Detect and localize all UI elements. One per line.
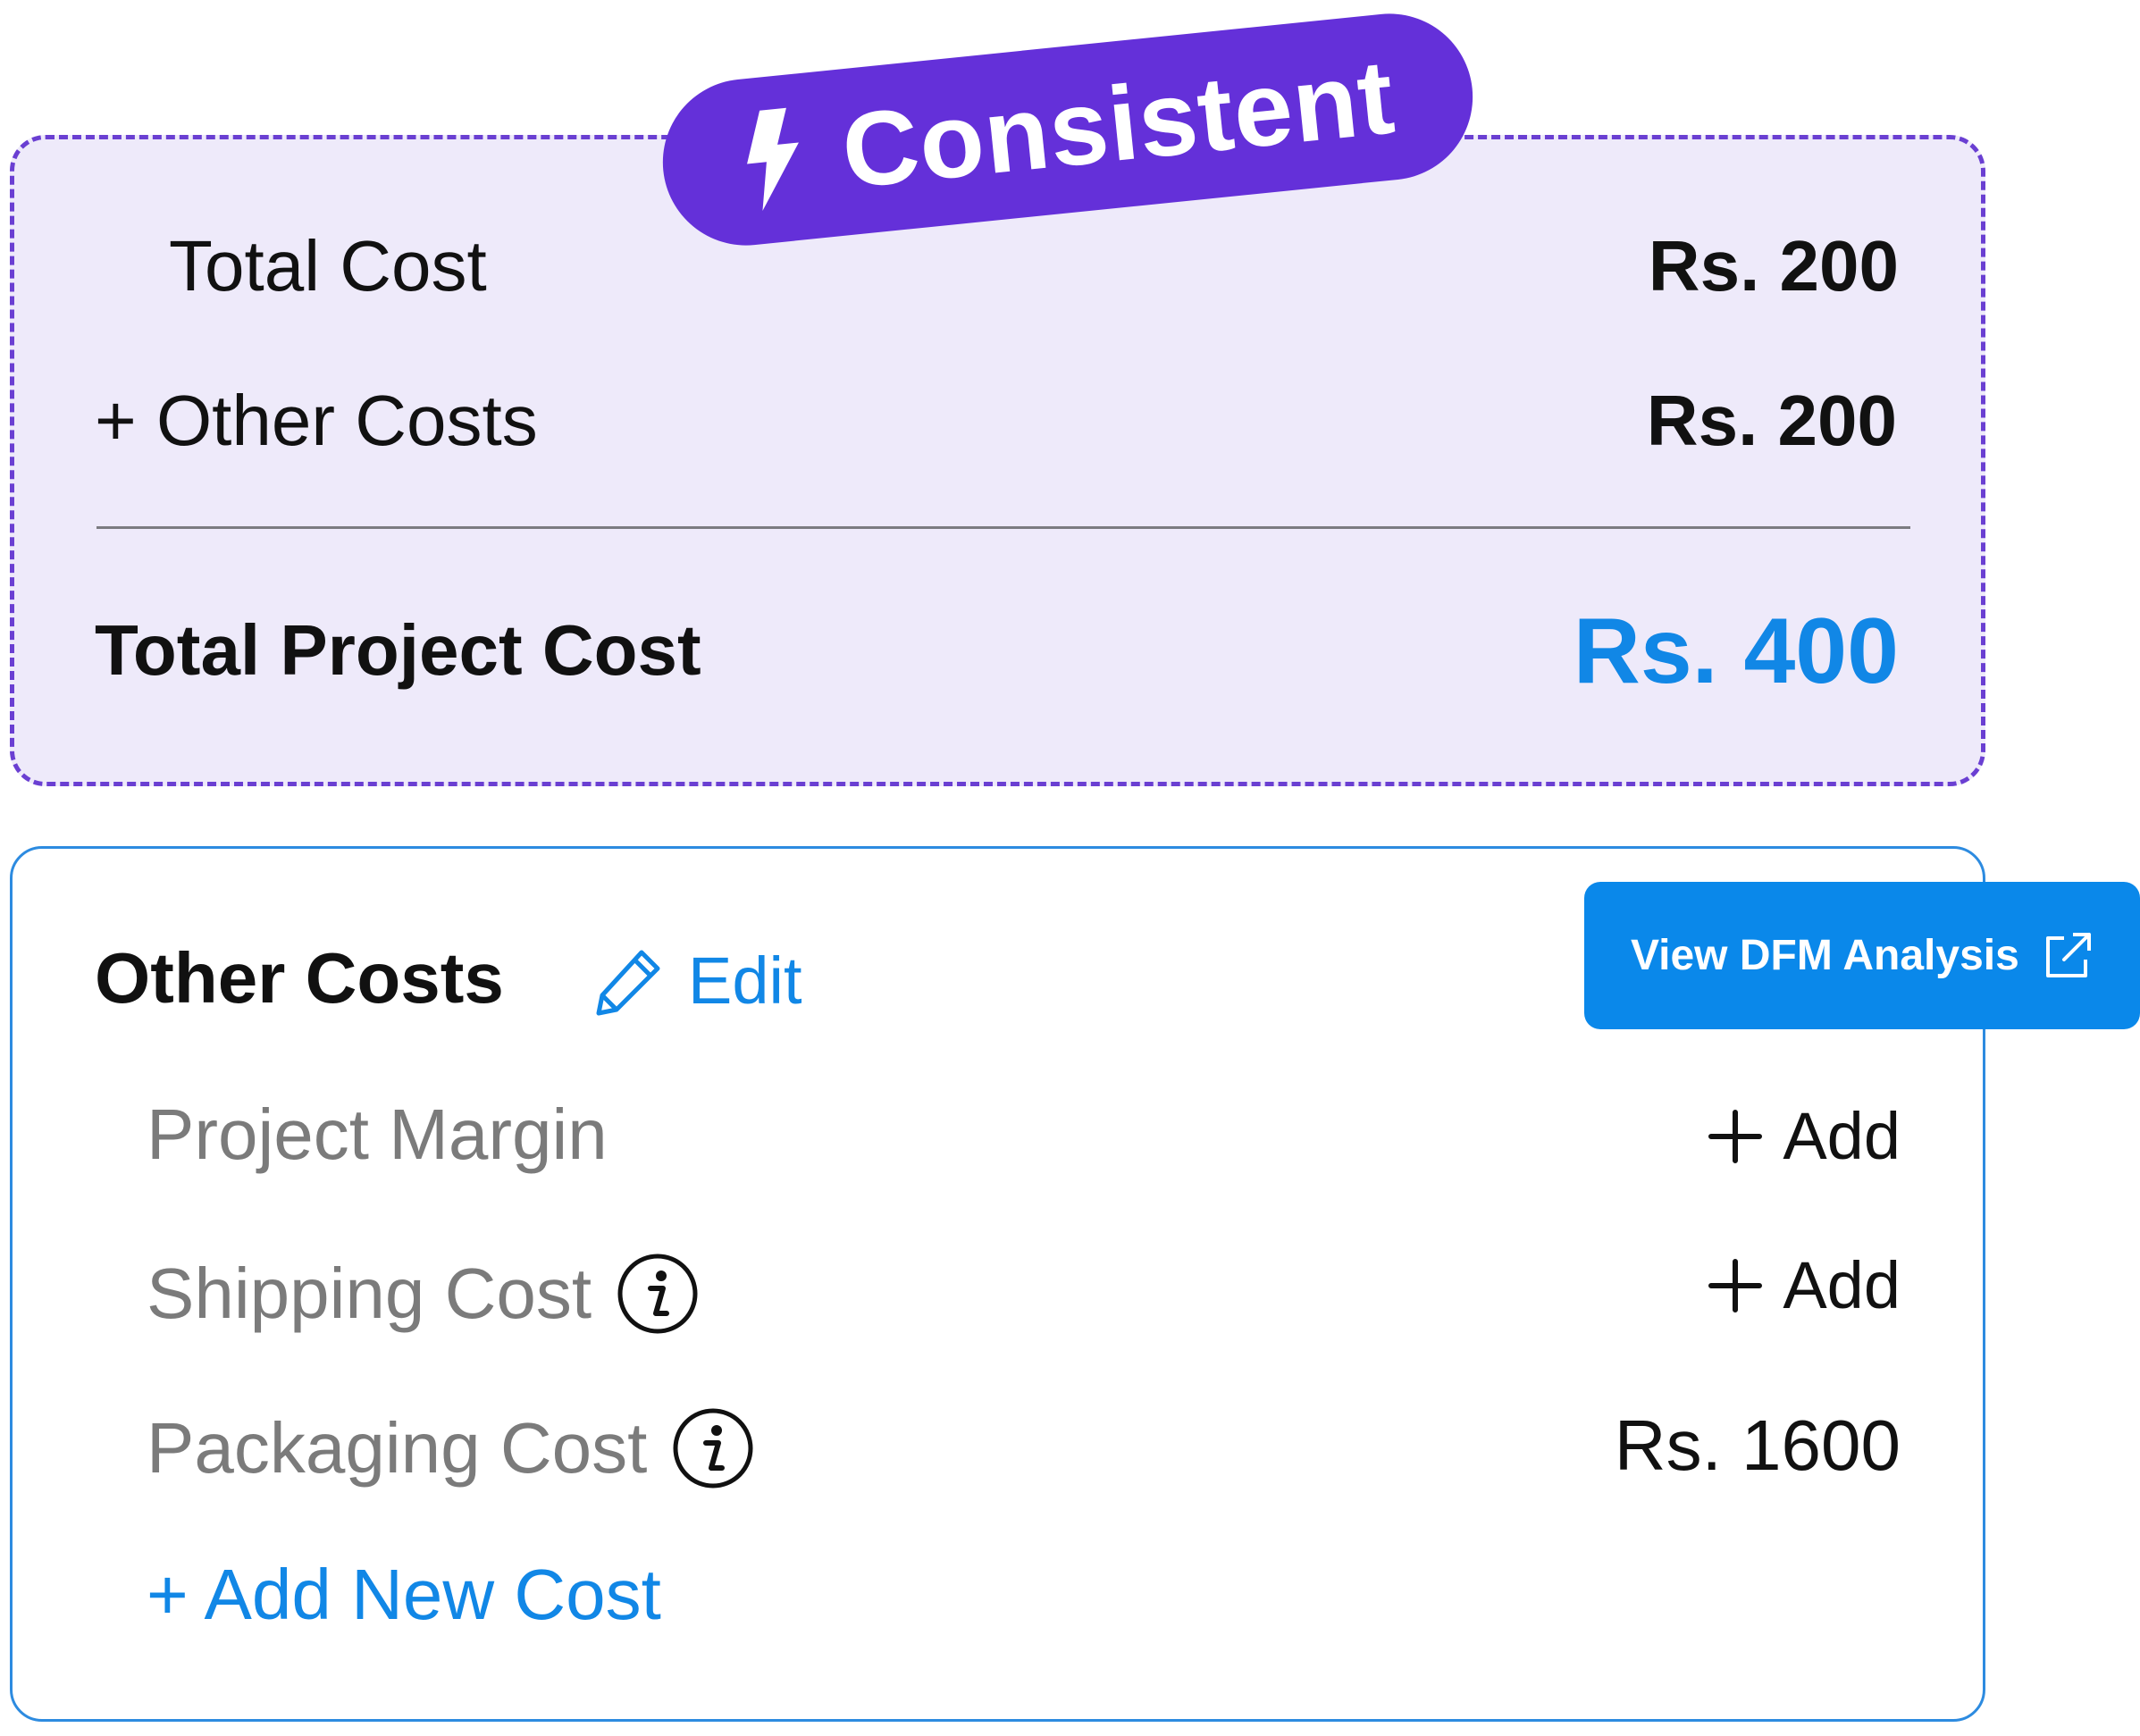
info-icon[interactable] — [672, 1407, 754, 1489]
add-new-cost-link[interactable]: + Add New Cost — [147, 1559, 661, 1631]
plus-icon — [1708, 1110, 1763, 1163]
cost-item-label: Project Margin — [147, 1094, 608, 1174]
packaging-cost-value: Rs. 1600 — [1614, 1405, 1901, 1485]
view-dfm-analysis-button[interactable]: View DFM Analysis — [1584, 882, 2140, 1029]
packaging-cost-row-label: Packaging Cost — [147, 1407, 754, 1489]
page: Total Cost Rs. 200 + Other Costs Rs. 200… — [0, 0, 2140, 1736]
other-costs-title: Other Costs — [95, 938, 504, 1018]
cost-item-label: Packaging Cost — [147, 1408, 648, 1488]
total-project-cost-label: Total Project Cost — [95, 610, 701, 690]
external-link-icon — [2045, 932, 2091, 977]
summary-divider — [97, 526, 1910, 529]
plus-icon — [1708, 1259, 1763, 1312]
total-cost-value: Rs. 200 — [1648, 226, 1899, 306]
total-cost-label: Total Cost — [169, 226, 487, 306]
add-project-margin-button[interactable]: Add — [1708, 1103, 1901, 1170]
add-shipping-cost-button[interactable]: Add — [1708, 1253, 1901, 1319]
add-label: Add — [1783, 1099, 1901, 1173]
edit-button[interactable]: Edit — [593, 945, 802, 1017]
other-costs-label: + Other Costs — [95, 381, 538, 460]
view-dfm-analysis-label: View DFM Analysis — [1631, 931, 2019, 979]
lightning-bolt-icon — [747, 107, 799, 211]
badge-label: Consistent — [836, 38, 1400, 212]
cost-item-label: Shipping Cost — [147, 1254, 592, 1333]
shipping-cost-row-label: Shipping Cost — [147, 1253, 699, 1335]
other-costs-value: Rs. 200 — [1646, 381, 1897, 460]
cost-summary-card: Total Cost Rs. 200 + Other Costs Rs. 200… — [10, 135, 1985, 786]
pencil-icon — [596, 950, 660, 1016]
add-label: Add — [1783, 1248, 1901, 1322]
project-margin-row-label: Project Margin — [147, 1099, 608, 1170]
edit-label: Edit — [688, 943, 802, 1018]
total-project-cost-value: Rs. 400 — [1573, 600, 1899, 703]
info-icon[interactable] — [617, 1253, 699, 1335]
